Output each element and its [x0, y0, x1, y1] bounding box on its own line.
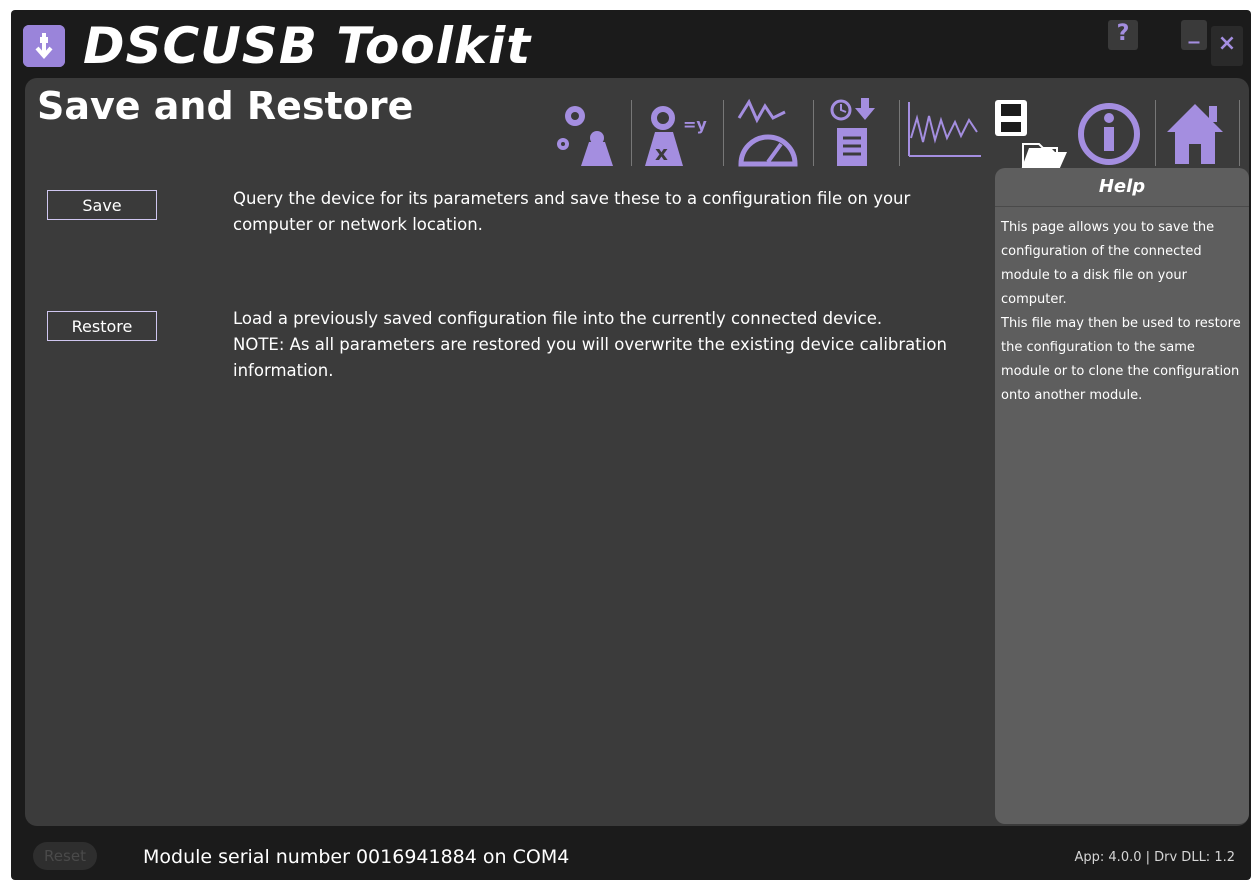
help-paragraph: This file may then be used to restore th… — [1001, 316, 1241, 403]
page-title: Save and Restore — [37, 84, 414, 128]
help-divider — [995, 206, 1249, 207]
app-logo-icon — [23, 25, 65, 67]
calibration-formula-icon[interactable]: x =y — [641, 90, 711, 170]
help-button[interactable]: ? — [1108, 20, 1138, 50]
timed-log-report-icon[interactable] — [823, 90, 893, 170]
svg-text:=y: =y — [683, 115, 707, 134]
restore-description: Load a previously saved configuration fi… — [233, 306, 963, 384]
toolbar-separator — [899, 100, 900, 166]
toolbar-separator — [1239, 100, 1240, 166]
toolbar-separator — [813, 100, 814, 166]
help-body: This page allows you to save the configu… — [1001, 216, 1247, 408]
help-panel: Help This page allows you to save the co… — [995, 168, 1249, 824]
save-description: Query the device for its parameters and … — [233, 189, 911, 234]
chart-icon[interactable] — [905, 90, 981, 170]
status-bar: Reset Module serial number 0016941884 on… — [11, 830, 1251, 880]
module-status-text: Module serial number 0016941884 on COM4 — [143, 846, 570, 868]
svg-text:x: x — [655, 141, 668, 165]
settings-weight-icon[interactable] — [551, 90, 621, 170]
restore-button[interactable]: Restore — [47, 311, 157, 341]
gauge-readout-icon[interactable] — [733, 90, 803, 170]
help-title: Help — [1098, 176, 1146, 197]
save-button[interactable]: Save — [47, 190, 157, 220]
toolbar-separator — [631, 100, 632, 166]
close-button[interactable]: × — [1211, 26, 1243, 66]
save-restore-icon[interactable] — [993, 90, 1067, 170]
restore-description-note: NOTE: As all parameters are restored you… — [233, 335, 947, 380]
app-title: DSCUSB Toolkit — [83, 17, 532, 75]
restore-description-line1: Load a previously saved configuration fi… — [233, 309, 883, 328]
toolbar-separator — [1155, 100, 1156, 166]
version-text: App: 4.0.0 | Drv DLL: 1.2 — [1074, 850, 1236, 865]
info-icon[interactable] — [1077, 90, 1147, 170]
home-icon[interactable] — [1163, 90, 1233, 170]
help-paragraph: This page allows you to save the configu… — [1001, 220, 1215, 307]
toolbar: x =y — [551, 90, 1251, 172]
toolbar-separator — [723, 100, 724, 166]
app-window: DSCUSB Toolkit ? _ × Save and Restore x … — [11, 10, 1251, 880]
reset-button[interactable]: Reset — [33, 842, 97, 870]
minimize-button[interactable]: _ — [1181, 20, 1207, 50]
